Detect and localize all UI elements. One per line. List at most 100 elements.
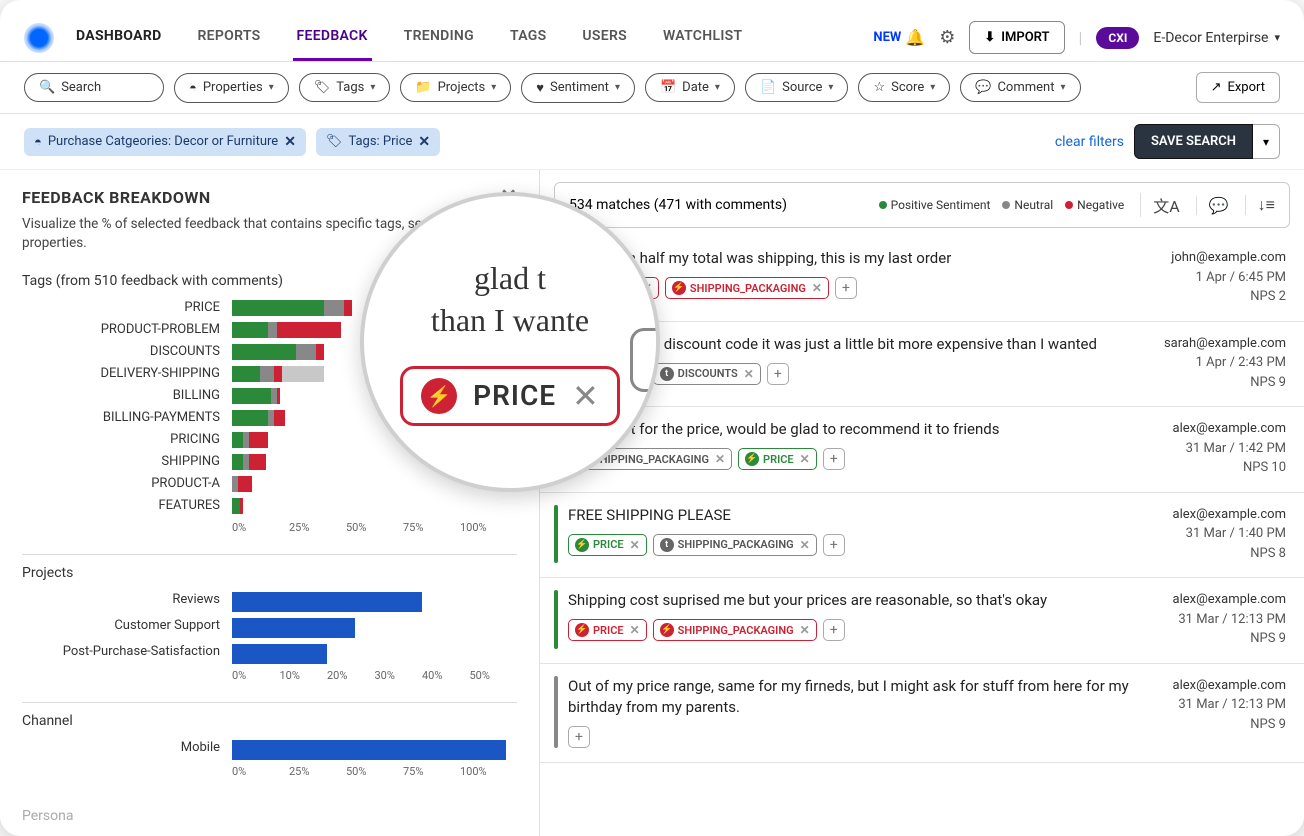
filter-projects[interactable]: 📁Projects▾ (400, 73, 511, 102)
close-icon[interactable]: ✕ (800, 538, 810, 552)
filter-score[interactable]: ☆Score▾ (858, 73, 950, 102)
tags-axis: 0%25%50%75%100% (232, 521, 517, 534)
tag-row: ⚡PRICING✕⚡SHIPPING_PACKAGING✕+ (568, 277, 1161, 299)
filter-date[interactable]: 📅Date▾ (645, 73, 735, 102)
tab-watchlist[interactable]: WATCHLIST (659, 14, 746, 61)
add-tag-button[interactable]: + (767, 363, 789, 385)
projects-subtitle: Projects (22, 554, 517, 581)
bar-label: BILLING (22, 388, 232, 403)
sentiment-bar (554, 590, 558, 649)
mag-tag-price: ⚡ PRICE ✕ (400, 366, 620, 426)
tag-icon: ⚡ (745, 452, 759, 466)
import-button[interactable]: ⬇IMPORT (969, 21, 1064, 54)
tag-row: ⚡PRICE✕ ⚡SHIPPING_PACKAGING✕ + (568, 619, 1163, 641)
filter-chip-purchase[interactable]: ◓Purchase Catgeories: Decor or Furniture… (24, 128, 306, 156)
close-icon[interactable]: ✕ (630, 538, 640, 552)
tag-discounts[interactable]: tDISCOUNTS✕ (653, 363, 761, 385)
close-icon[interactable]: ✕ (630, 623, 640, 637)
close-icon[interactable]: ✕ (744, 367, 754, 381)
close-icon[interactable]: ✕ (418, 134, 430, 150)
chevron-down-icon: ▾ (930, 82, 935, 93)
top-nav: DASHBOARD REPORTS FEEDBACK TRENDING TAGS… (0, 0, 1304, 62)
projects-chart: ReviewsCustomer SupportPost-Purchase-Sat… (22, 589, 517, 663)
filter-tags[interactable]: 🏷Tags▾ (299, 73, 391, 102)
export-button[interactable]: ↗Export (1196, 72, 1280, 103)
tag-shipping_packaging[interactable]: ⚡SHIPPING_PACKAGING✕ (665, 277, 829, 299)
main-content: FEEDBACK BREAKDOWN ✕ Visualize the % of … (0, 170, 1304, 836)
filter-chip-tags[interactable]: 🏷Tags: Price✕ (316, 128, 440, 156)
projects-axis: 0%10%20%30%40%50% (232, 669, 517, 682)
tag-shipping_packaging[interactable]: ⚡SHIPPING_PACKAGING✕ (653, 619, 817, 641)
save-search-button[interactable]: SAVE SEARCH (1134, 124, 1253, 159)
tag-icon: 🏷 (326, 134, 343, 149)
close-icon[interactable]: ✕ (800, 623, 810, 637)
feedback-text: More than half my total was shipping, th… (568, 248, 1161, 269)
filter-source[interactable]: 📄Source▾ (745, 73, 849, 102)
add-tag-button[interactable]: + (823, 619, 845, 641)
nav-tabs: DASHBOARD REPORTS FEEDBACK TRENDING TAGS… (72, 14, 865, 61)
close-icon[interactable]: ✕ (800, 452, 810, 466)
close-icon[interactable]: ✕ (812, 281, 822, 295)
tab-users[interactable]: USERS (578, 14, 631, 61)
feedback-item[interactable]: Out of my price range, same for my firne… (540, 664, 1304, 763)
close-icon[interactable]: ✕ (715, 452, 725, 466)
add-tag-button[interactable]: + (823, 448, 845, 470)
active-filters: ◓Purchase Catgeories: Decor or Furniture… (0, 114, 1304, 170)
feedback-text: FREE SHIPPING PLEASE (568, 505, 1163, 526)
tab-reports[interactable]: REPORTS (193, 14, 264, 61)
close-icon: ✕ (572, 377, 599, 415)
org-selector[interactable]: E-Decor Enterpirse▾ (1153, 30, 1280, 46)
tag-price[interactable]: ⚡PRICE✕ (738, 448, 817, 470)
feedback-item[interactable]: If it wasn't for the price, would be gla… (540, 407, 1304, 493)
tag-row: ⚡PRICE✕ tSHIPPING_PACKAGING✕ + (568, 534, 1163, 556)
filter-comment[interactable]: 💬Comment▾ (960, 73, 1080, 102)
translate-icon[interactable]: 文A (1140, 193, 1179, 217)
feedback-meta: sarah@example.com1 Apr / 2:43 PMNPS 9 (1164, 334, 1286, 393)
tab-feedback[interactable]: FEEDBACK (293, 14, 372, 61)
match-count: 534 matches (471 with comments) (569, 197, 867, 213)
search-input[interactable]: 🔍Search (24, 73, 164, 102)
comment-icon[interactable]: 💬 (1196, 196, 1229, 215)
tag-icon: ⚡ (575, 623, 589, 637)
add-tag-button[interactable]: + (568, 726, 590, 748)
tag-icon: ⚡ (660, 623, 674, 637)
channel-axis: 0%25%50%75%100% (232, 765, 517, 778)
tab-dashboard[interactable]: DASHBOARD (72, 14, 165, 61)
tag-icon: t (660, 367, 674, 381)
bar-label: BILLING-PAYMENTS (22, 410, 232, 425)
bar-label: PRICE (22, 300, 232, 315)
logo-icon (24, 23, 54, 53)
save-search-dropdown[interactable]: ▾ (1253, 124, 1280, 159)
tag-icon: t (660, 538, 674, 552)
add-tag-button[interactable]: + (835, 277, 857, 299)
feedback-text: Out of my price range, same for my firne… (568, 676, 1163, 718)
tag-price[interactable]: ⚡PRICE✕ (568, 534, 647, 556)
chevron-down-icon: ▾ (491, 82, 496, 93)
mag-text-2: than I wante (431, 300, 589, 342)
tab-tags[interactable]: TAGS (506, 14, 550, 61)
feedback-item[interactable]: FREE SHIPPING PLEASE ⚡PRICE✕ tSHIPPING_PAC… (540, 493, 1304, 579)
heart-icon: ♥ (536, 80, 544, 96)
chevron-down-icon: ▾ (615, 82, 620, 93)
close-icon[interactable]: ✕ (284, 134, 296, 150)
tab-trending[interactable]: TRENDING (400, 14, 478, 61)
feedback-meta: alex@example.com31 Mar / 1:40 PMNPS 8 (1173, 505, 1286, 564)
bolt-icon: ⚡ (421, 378, 457, 414)
new-badge[interactable]: NEW🔔 (873, 28, 925, 47)
feedback-item[interactable]: Shipping cost suprised me but your price… (540, 578, 1304, 664)
tag-icon: ⚡ (672, 281, 686, 295)
add-tag-button[interactable]: + (823, 534, 845, 556)
chevron-down-icon: ▾ (828, 82, 833, 93)
search-icon: 🔍 (39, 80, 55, 95)
tag-shipping_packaging[interactable]: tSHIPPING_PACKAGING✕ (653, 534, 817, 556)
tag-price[interactable]: ⚡PRICE✕ (568, 619, 647, 641)
filter-bar: 🔍Search ◓Properties▾ 🏷Tags▾ 📁Projects▾ ♥… (0, 62, 1304, 114)
panel-title: FEEDBACK BREAKDOWN (22, 188, 517, 207)
sort-icon[interactable]: ↓≡ (1245, 195, 1275, 215)
mag-adjacent-tag (630, 328, 660, 392)
filter-sentiment[interactable]: ♥Sentiment▾ (521, 73, 635, 103)
legend-neutral: Neutral (1002, 198, 1053, 212)
gear-icon[interactable]: ⚙ (939, 27, 955, 48)
filter-properties[interactable]: ◓Properties▾ (174, 73, 289, 103)
clear-filters[interactable]: clear filters (1055, 134, 1124, 150)
